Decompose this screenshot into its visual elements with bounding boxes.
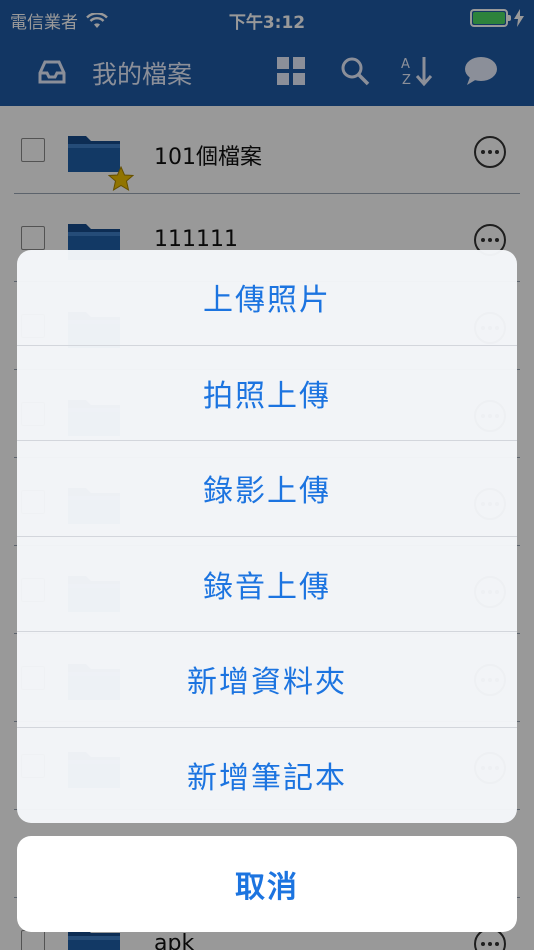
take-photo-upload-button[interactable]: 拍照上傳	[17, 346, 517, 441]
record-video-upload-button[interactable]: 錄影上傳	[17, 441, 517, 537]
upload-photo-button[interactable]: 上傳照片	[17, 250, 517, 346]
record-audio-upload-button[interactable]: 錄音上傳	[17, 537, 517, 632]
new-folder-button[interactable]: 新增資料夾	[17, 632, 517, 728]
new-notebook-button[interactable]: 新增筆記本	[17, 728, 517, 824]
cancel-button[interactable]: 取消	[17, 836, 517, 932]
action-sheet: 上傳照片 拍照上傳 錄影上傳 錄音上傳 新增資料夾 新增筆記本	[17, 250, 517, 823]
